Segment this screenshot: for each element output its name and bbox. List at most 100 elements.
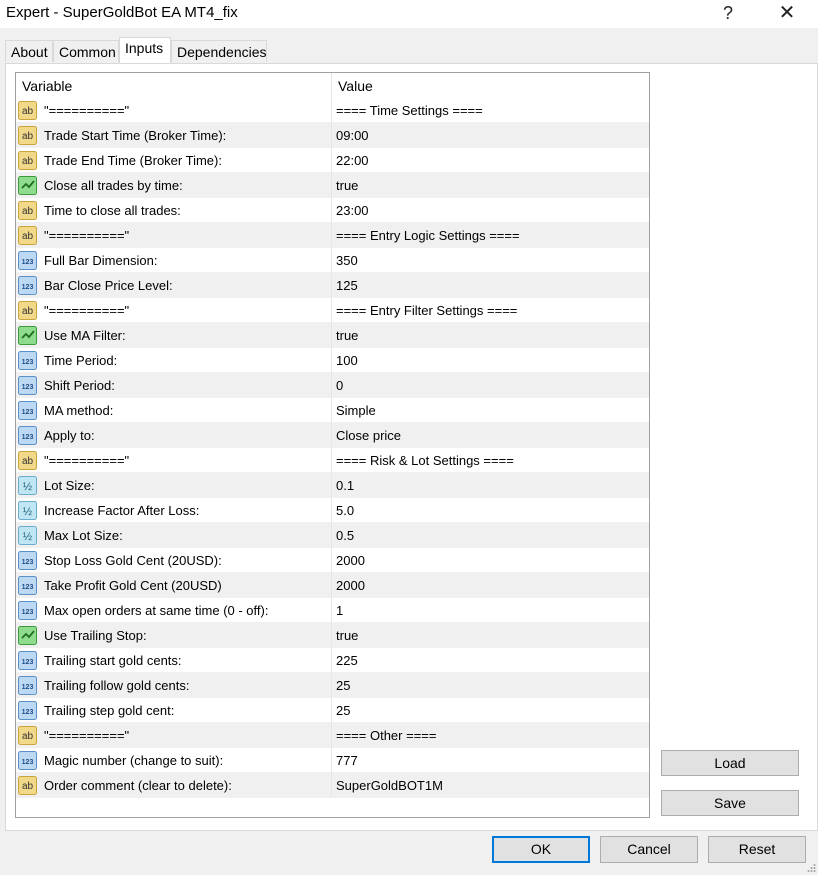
table-row[interactable]: ½ Max Lot Size: 0.5 — [16, 523, 649, 548]
variable-cell[interactable]: ab "==========" — [16, 223, 332, 247]
value-cell[interactable]: ==== Time Settings ==== — [332, 98, 649, 122]
variable-cell[interactable]: ab Time to close all trades: — [16, 198, 332, 222]
table-row[interactable]: ab "==========" ==== Risk & Lot Settings =… — [16, 448, 649, 473]
table-row[interactable]: ab "==========" ==== Other ==== — [16, 723, 649, 748]
table-row[interactable]: ab Time to close all trades: 23:00 — [16, 198, 649, 223]
variable-cell[interactable]: 123 Stop Loss Gold Cent (20USD): — [16, 548, 332, 572]
table-row[interactable]: 123 Take Profit Gold Cent (20USD) 2000 — [16, 573, 649, 598]
value-cell[interactable]: 0 — [332, 373, 649, 397]
variable-cell[interactable]: Use MA Filter: — [16, 323, 332, 347]
table-row[interactable]: 123 MA method: Simple — [16, 398, 649, 423]
table-row[interactable]: ½ Increase Factor After Loss: 5.0 — [16, 498, 649, 523]
variable-cell[interactable]: ½ Increase Factor After Loss: — [16, 498, 332, 522]
variable-cell[interactable]: ab Trade Start Time (Broker Time): — [16, 123, 332, 147]
value-cell[interactable]: 2000 — [332, 573, 649, 597]
variable-cell[interactable]: ab "==========" — [16, 98, 332, 122]
variable-cell[interactable]: 123 Trailing start gold cents: — [16, 648, 332, 672]
value-cell[interactable]: 225 — [332, 648, 649, 672]
variable-cell[interactable]: ½ Lot Size: — [16, 473, 332, 497]
value-cell[interactable]: true — [332, 173, 649, 197]
table-row[interactable]: Use Trailing Stop: true — [16, 623, 649, 648]
table-row[interactable]: 123 Trailing start gold cents: 225 — [16, 648, 649, 673]
value-cell[interactable]: 23:00 — [332, 198, 649, 222]
value-cell[interactable]: 0.1 — [332, 473, 649, 497]
value-cell[interactable]: Simple — [332, 398, 649, 422]
variable-cell[interactable]: 123 Trailing follow gold cents: — [16, 673, 332, 697]
value-cell[interactable]: 125 — [332, 273, 649, 297]
variable-name: Lot Size: — [44, 478, 95, 493]
table-row[interactable]: ab Trade Start Time (Broker Time): 09:00 — [16, 123, 649, 148]
value-cell[interactable]: true — [332, 323, 649, 347]
variable-cell[interactable]: Close all trades by time: — [16, 173, 332, 197]
value-cell[interactable]: true — [332, 623, 649, 647]
column-header-value[interactable]: Value — [332, 73, 649, 98]
table-row[interactable]: ½ Lot Size: 0.1 — [16, 473, 649, 498]
table-row[interactable]: 123 Magic number (change to suit): 777 — [16, 748, 649, 773]
variable-cell[interactable]: 123 Shift Period: — [16, 373, 332, 397]
table-row[interactable]: ab Order comment (clear to delete): SuperG… — [16, 773, 649, 798]
table-row[interactable]: ab "==========" ==== Entry Filter Settings… — [16, 298, 649, 323]
table-row[interactable]: 123 Time Period: 100 — [16, 348, 649, 373]
variable-cell[interactable]: 123 Trailing step gold cent: — [16, 698, 332, 722]
variable-cell[interactable]: ab "==========" — [16, 448, 332, 472]
variable-cell[interactable]: 123 Time Period: — [16, 348, 332, 372]
value-cell[interactable]: ==== Risk & Lot Settings ==== — [332, 448, 649, 472]
value-cell[interactable]: ==== Entry Logic Settings ==== — [332, 223, 649, 247]
variable-cell[interactable]: ab Order comment (clear to delete): — [16, 773, 332, 797]
variable-cell[interactable]: 123 MA method: — [16, 398, 332, 422]
variable-cell[interactable]: 123 Bar Close Price Level: — [16, 273, 332, 297]
value-cell[interactable]: 1 — [332, 598, 649, 622]
table-row[interactable]: 123 Max open orders at same time (0 - off… — [16, 598, 649, 623]
value-cell[interactable]: 0.5 — [332, 523, 649, 547]
ok-button[interactable]: OK — [492, 836, 590, 863]
column-header-variable[interactable]: Variable — [16, 73, 332, 98]
table-row[interactable]: ab Trade End Time (Broker Time): 22:00 — [16, 148, 649, 173]
value-cell[interactable]: 2000 — [332, 548, 649, 572]
cancel-button[interactable]: Cancel — [600, 836, 698, 863]
table-row[interactable]: 123 Trailing step gold cent: 25 — [16, 698, 649, 723]
value-cell[interactable]: ==== Entry Filter Settings ==== — [332, 298, 649, 322]
tab-about[interactable]: About — [5, 40, 53, 62]
value-cell[interactable]: 25 — [332, 698, 649, 722]
variable-cell[interactable]: 123 Magic number (change to suit): — [16, 748, 332, 772]
table-row[interactable]: 123 Apply to: Close price — [16, 423, 649, 448]
variable-cell[interactable]: Use Trailing Stop: — [16, 623, 332, 647]
value-cell[interactable]: Close price — [332, 423, 649, 447]
tab-dependencies[interactable]: Dependencies — [171, 40, 267, 62]
variable-cell[interactable]: ab "==========" — [16, 723, 332, 747]
close-button[interactable]: ✕ — [764, 0, 810, 28]
table-row[interactable]: ab "==========" ==== Time Settings ==== — [16, 98, 649, 123]
table-row[interactable]: 123 Shift Period: 0 — [16, 373, 649, 398]
string-icon: ab — [18, 126, 37, 145]
variable-cell[interactable]: 123 Max open orders at same time (0 - off… — [16, 598, 332, 622]
table-row[interactable]: 123 Trailing follow gold cents: 25 — [16, 673, 649, 698]
save-button[interactable]: Save — [661, 790, 799, 816]
variable-cell[interactable]: ½ Max Lot Size: — [16, 523, 332, 547]
resize-grip-icon[interactable] — [806, 863, 816, 873]
tab-inputs[interactable]: Inputs — [119, 37, 171, 63]
variable-cell[interactable]: 123 Apply to: — [16, 423, 332, 447]
table-row[interactable]: 123 Bar Close Price Level: 125 — [16, 273, 649, 298]
value-cell[interactable]: 09:00 — [332, 123, 649, 147]
value-cell[interactable]: 350 — [332, 248, 649, 272]
value-cell[interactable]: SuperGoldBOT1M — [332, 773, 649, 797]
variable-cell[interactable]: ab "==========" — [16, 298, 332, 322]
value-cell[interactable]: 22:00 — [332, 148, 649, 172]
value-cell[interactable]: ==== Other ==== — [332, 723, 649, 747]
value-cell[interactable]: 5.0 — [332, 498, 649, 522]
tab-common[interactable]: Common — [53, 40, 119, 62]
value-cell[interactable]: 777 — [332, 748, 649, 772]
variable-cell[interactable]: ab Trade End Time (Broker Time): — [16, 148, 332, 172]
value-cell[interactable]: 25 — [332, 673, 649, 697]
table-row[interactable]: Close all trades by time: true — [16, 173, 649, 198]
load-button[interactable]: Load — [661, 750, 799, 776]
value-cell[interactable]: 100 — [332, 348, 649, 372]
table-row[interactable]: 123 Full Bar Dimension: 350 — [16, 248, 649, 273]
table-row[interactable]: Use MA Filter: true — [16, 323, 649, 348]
variable-cell[interactable]: 123 Take Profit Gold Cent (20USD) — [16, 573, 332, 597]
table-row[interactable]: 123 Stop Loss Gold Cent (20USD): 2000 — [16, 548, 649, 573]
variable-cell[interactable]: 123 Full Bar Dimension: — [16, 248, 332, 272]
reset-button[interactable]: Reset — [708, 836, 806, 863]
table-row[interactable]: ab "==========" ==== Entry Logic Settings … — [16, 223, 649, 248]
help-button[interactable]: ? — [705, 0, 751, 28]
